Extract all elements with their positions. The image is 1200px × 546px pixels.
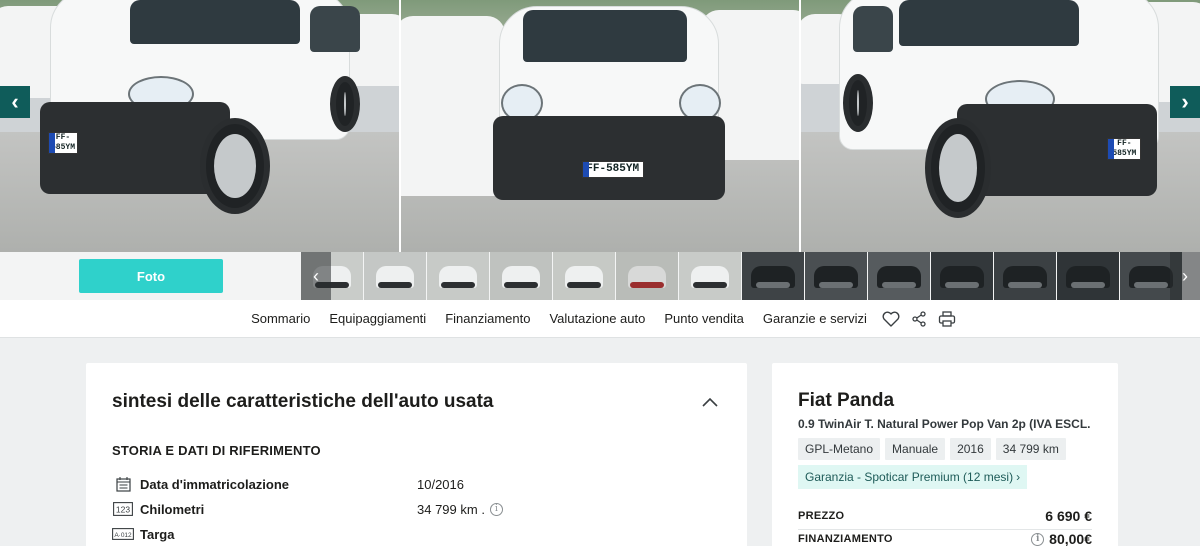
thumbnail[interactable]	[805, 252, 867, 300]
summary-card: sintesi delle caratteristiche dell'auto …	[86, 363, 747, 546]
chevron-left-icon: ‹	[313, 265, 319, 286]
odometer-icon: 123	[112, 501, 134, 517]
license-plate: FF-585YM	[581, 161, 644, 178]
spec-row-mileage: 123 Chilometri 34 799 km . i	[112, 498, 712, 520]
svg-text:123: 123	[116, 505, 130, 515]
nav-finanziamento[interactable]: Finanziamento	[445, 311, 530, 326]
spec-label: Targa	[140, 526, 175, 542]
thumbnail[interactable]	[553, 252, 615, 300]
nav-valutazione-auto[interactable]: Valutazione auto	[549, 311, 645, 326]
car-photo-1[interactable]: FF-585YM	[0, 0, 399, 252]
spec-value: 34 799 km . i	[417, 502, 503, 517]
spec-row-registration: Data d'immatricolazione 10/2016	[112, 473, 712, 495]
spec-label: Chilometri	[140, 501, 205, 517]
nav-actions	[880, 308, 958, 330]
section-title: STORIA E DATI DI RIFERIMENTO	[112, 443, 321, 458]
warranty-label: Garanzia - Spoticar Premium (12 mesi)	[805, 470, 1014, 484]
car-photo-2[interactable]: FF-585YM	[400, 0, 800, 252]
nav-punto-vendita[interactable]: Punto vendita	[664, 311, 744, 326]
plate-icon: A·012	[112, 526, 134, 542]
info-icon[interactable]: i	[489, 502, 503, 516]
vehicle-chips: GPL-Metano Manuale 2016 34 799 km	[798, 438, 1066, 460]
chevron-right-icon: ›	[1182, 265, 1188, 286]
thumbnail-strip: Foto ‹ ›	[0, 252, 1200, 300]
gallery-next-button[interactable]: ›	[1170, 86, 1200, 118]
vehicle-version: 0.9 TwinAir T. Natural Power Pop Van 2p …	[798, 417, 1091, 431]
nav-equipaggiamenti[interactable]: Equipaggiamenti	[329, 311, 426, 326]
thumbnail-prev-button[interactable]: ‹	[301, 252, 331, 300]
share-icon[interactable]	[908, 308, 930, 330]
gallery-prev-button[interactable]: ‹	[0, 86, 30, 118]
thumbnail[interactable]	[994, 252, 1056, 300]
vehicle-name: Fiat Panda	[798, 390, 895, 411]
price-row: PREZZO 6 690 €	[798, 508, 1092, 524]
thumbnail[interactable]	[427, 252, 489, 300]
thumbnail[interactable]	[742, 252, 804, 300]
summary-title: sintesi delle caratteristiche dell'auto …	[112, 391, 494, 412]
foto-button[interactable]: Foto	[79, 259, 223, 293]
nav-garanzie-e-servizi[interactable]: Garanzie e servizi	[763, 311, 867, 326]
divider	[798, 529, 1092, 530]
thumbnail-next-button[interactable]: ›	[1170, 252, 1200, 300]
spec-label: Data d'immatricolazione	[140, 476, 290, 492]
nav-sommario[interactable]: Sommario	[251, 311, 310, 326]
finance-label: FINANZIAMENTO	[798, 533, 893, 545]
mileage-value: 34 799 km .	[417, 501, 485, 517]
calendar-icon	[112, 476, 134, 492]
chevron-up-icon[interactable]	[699, 391, 721, 413]
vehicle-card: Fiat Panda 0.9 TwinAir T. Natural Power …	[772, 363, 1118, 546]
thumbnail[interactable]	[1057, 252, 1119, 300]
license-plate: FF-585YM	[48, 132, 78, 154]
thumbnail[interactable]	[490, 252, 552, 300]
price-value: 6 690 €	[1045, 508, 1092, 524]
price-label: PREZZO	[798, 510, 845, 522]
chevron-left-icon: ‹	[11, 89, 19, 114]
svg-text:A·012: A·012	[114, 532, 132, 539]
chip-year: 2016	[950, 438, 991, 460]
info-icon[interactable]: i	[1031, 532, 1045, 546]
finance-value: 80,00€	[1049, 531, 1092, 546]
photo-gallery: FF-585YM FF-585YM FF-585YM ‹ ›	[0, 0, 1200, 252]
heart-icon[interactable]	[880, 308, 902, 330]
finance-value-group: i 80,00€	[1031, 531, 1092, 546]
chevron-right-icon: ›	[1181, 89, 1189, 114]
warranty-badge[interactable]: Garanzia - Spoticar Premium (12 mesi) ›	[798, 465, 1028, 489]
chip-fuel: GPL-Metano	[798, 438, 881, 460]
registration-date: 10/2016	[417, 476, 464, 492]
car-photo-3[interactable]: FF-585YM	[801, 0, 1200, 252]
chevron-right-icon: ›	[1016, 470, 1021, 484]
section-nav: Sommario Equipaggiamenti Finanziamento V…	[0, 300, 1200, 338]
spec-value: 10/2016	[417, 477, 464, 492]
chip-mileage: 34 799 km	[995, 438, 1066, 460]
thumbnail[interactable]	[868, 252, 930, 300]
thumbnail[interactable]	[679, 252, 741, 300]
thumbnail-list	[301, 252, 1200, 300]
thumbnail[interactable]	[931, 252, 993, 300]
spec-row-plate: A·012 Targa	[112, 523, 712, 545]
chip-gearbox: Manuale	[885, 438, 946, 460]
license-plate: FF-585YM	[1107, 138, 1142, 160]
finance-row: FINANZIAMENTO i 80,00€	[798, 531, 1092, 546]
thumbnail[interactable]	[616, 252, 678, 300]
print-icon[interactable]	[936, 308, 958, 330]
thumbnail[interactable]	[364, 252, 426, 300]
